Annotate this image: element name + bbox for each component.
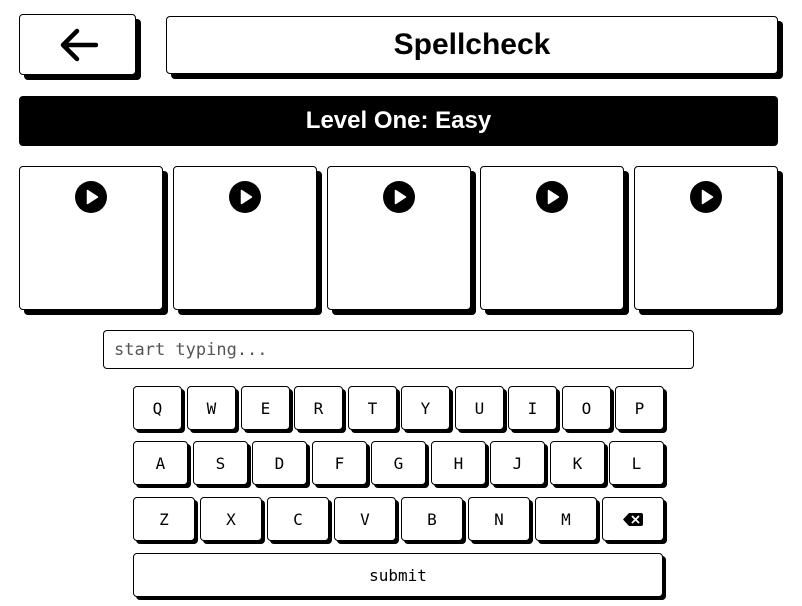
key-e[interactable]: E — [241, 386, 290, 430]
key-n[interactable]: N — [468, 497, 530, 541]
key-v[interactable]: V — [334, 497, 396, 541]
key-i[interactable]: I — [508, 386, 557, 430]
key-c[interactable]: C — [267, 497, 329, 541]
backspace-icon — [623, 512, 643, 526]
play-icon[interactable] — [229, 181, 261, 213]
key-t[interactable]: T — [348, 386, 397, 430]
level-banner: Level One: Easy — [19, 96, 778, 146]
key-z[interactable]: Z — [133, 497, 195, 541]
page-title: Spellcheck — [393, 28, 551, 61]
key-m[interactable]: M — [535, 497, 597, 541]
key-x[interactable]: X — [200, 497, 262, 541]
key-b[interactable]: B — [401, 497, 463, 541]
audio-card-5[interactable] — [634, 166, 778, 310]
audio-card-1[interactable] — [19, 166, 163, 310]
key-y[interactable]: Y — [401, 386, 450, 430]
key-f[interactable]: F — [312, 441, 367, 485]
key-p[interactable]: P — [615, 386, 664, 430]
play-icon[interactable] — [690, 181, 722, 213]
audio-card-3[interactable] — [327, 166, 471, 310]
back-button[interactable] — [19, 14, 136, 75]
play-icon[interactable] — [383, 181, 415, 213]
key-g[interactable]: G — [371, 441, 426, 485]
audio-card-4[interactable] — [480, 166, 624, 310]
key-w[interactable]: W — [187, 386, 236, 430]
submit-button[interactable]: submit — [133, 553, 663, 597]
key-q[interactable]: Q — [133, 386, 182, 430]
play-icon[interactable] — [75, 181, 107, 213]
title-bar: Spellcheck — [166, 16, 778, 74]
key-u[interactable]: U — [455, 386, 504, 430]
key-r[interactable]: R — [294, 386, 343, 430]
arrow-left-icon — [60, 28, 98, 61]
level-label: Level One: Easy — [305, 107, 492, 134]
key-k[interactable]: K — [550, 441, 605, 485]
key-d[interactable]: D — [252, 441, 307, 485]
backspace-key[interactable] — [602, 497, 664, 541]
key-j[interactable]: J — [490, 441, 545, 485]
key-l[interactable]: L — [609, 441, 664, 485]
key-o[interactable]: O — [562, 386, 611, 430]
key-a[interactable]: A — [133, 441, 188, 485]
key-s[interactable]: S — [193, 441, 248, 485]
audio-card-2[interactable] — [173, 166, 317, 310]
spelling-input[interactable] — [103, 330, 694, 369]
play-icon[interactable] — [536, 181, 568, 213]
key-h[interactable]: H — [431, 441, 486, 485]
